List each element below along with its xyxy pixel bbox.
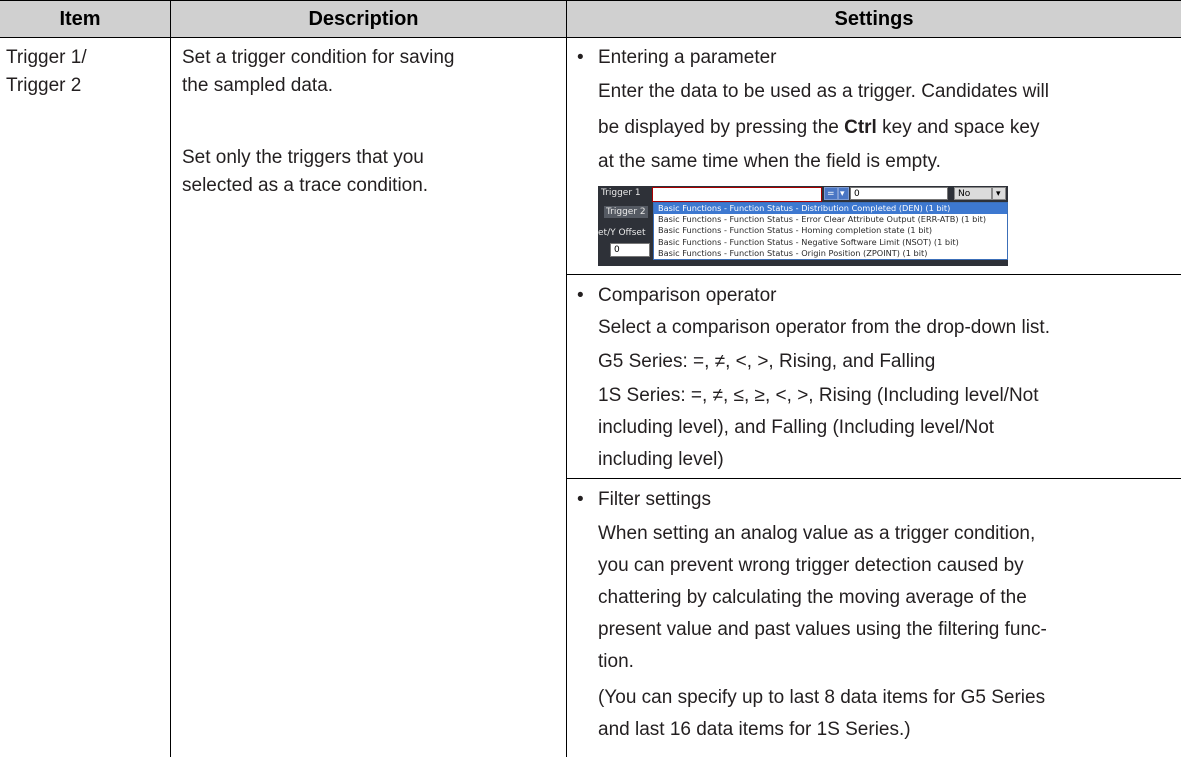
setting-text: G5 Series: =, ≠, <, >, Rising, and Falli…: [598, 351, 936, 372]
bullet: •: [577, 489, 584, 510]
column-divider: [566, 0, 567, 757]
ctrl-key-label: Ctrl: [844, 117, 877, 138]
candidate-item[interactable]: Basic Functions - Function Status - Orig…: [654, 248, 1007, 259]
setting-text: including level), and Falling (Including…: [598, 417, 995, 438]
trigger-value-input[interactable]: 0: [850, 187, 948, 200]
bullet: •: [577, 47, 584, 68]
setting-title-filter: Filter settings: [598, 489, 711, 510]
offset-input[interactable]: 0: [610, 243, 650, 257]
operator-select[interactable]: =: [824, 187, 838, 200]
setting-text: tion.: [598, 651, 634, 672]
setting-text: be displayed by pressing the Ctrl key an…: [598, 117, 1040, 138]
header-description: Description: [308, 8, 419, 30]
setting-text: and last 16 data items for 1S Series.): [598, 719, 911, 740]
setting-text: you can prevent wrong trigger detection …: [598, 555, 1024, 576]
candidate-item[interactable]: Basic Functions - Function Status - Nega…: [654, 237, 1007, 248]
trigger-field-screenshot: Trigger 1 = ▾ 0 No Filter ▾ Trigger 2 et…: [598, 186, 1008, 266]
setting-text: 1S Series: =, ≠, ≤, ≥, <, >, Rising (Inc…: [598, 385, 1039, 406]
description-line: Set only the triggers that you: [182, 147, 424, 168]
setting-text: Enter the data to be used as a trigger. …: [598, 81, 1049, 102]
setting-text: at the same time when the field is empty…: [598, 151, 941, 172]
header-item: Item: [59, 8, 101, 30]
header-settings: Settings: [834, 8, 914, 30]
column-divider: [170, 0, 171, 757]
section-divider: [567, 478, 1181, 479]
setting-text: present value and past values using the …: [598, 619, 1047, 640]
item-trigger-line1: Trigger 1/: [6, 47, 87, 68]
description-line: Set a trigger condition for saving: [182, 47, 455, 68]
chevron-down-icon[interactable]: ▾: [992, 187, 1006, 200]
description-line: selected as a trace condition.: [182, 175, 429, 196]
table-header: Item Description Settings: [0, 0, 1181, 38]
setting-text: Select a comparison operator from the dr…: [598, 317, 1050, 338]
settings-table: Item Description Settings Trigger 1/ Tri…: [0, 0, 1181, 757]
bullet: •: [577, 285, 584, 306]
candidate-list: Basic Functions - Function Status - Dist…: [653, 202, 1008, 260]
candidate-item[interactable]: Basic Functions - Function Status - Dist…: [654, 203, 1007, 215]
description-line: the sampled data.: [182, 75, 334, 96]
setting-text: (You can specify up to last 8 data items…: [598, 687, 1046, 708]
chevron-down-icon[interactable]: ▾: [838, 187, 849, 200]
setting-title-parameter: Entering a parameter: [598, 47, 777, 68]
setting-title-operator: Comparison operator: [598, 285, 777, 306]
trigger1-label: Trigger 1: [601, 188, 641, 198]
trigger2-label: Trigger 2: [604, 206, 648, 218]
trigger1-input[interactable]: [652, 187, 822, 202]
setting-text: including level): [598, 449, 724, 470]
filter-select[interactable]: No Filter: [954, 187, 992, 212]
item-trigger-line2: Trigger 2: [6, 75, 82, 96]
section-divider: [567, 274, 1181, 275]
setting-text: chattering by calculating the moving ave…: [598, 587, 1027, 608]
setting-text: When setting an analog value as a trigge…: [598, 523, 1036, 544]
offset-label: et/Y Offset: [598, 228, 646, 238]
candidate-item[interactable]: Basic Functions - Function Status - Erro…: [654, 214, 1007, 225]
candidate-item[interactable]: Basic Functions - Function Status - Homi…: [654, 225, 1007, 236]
